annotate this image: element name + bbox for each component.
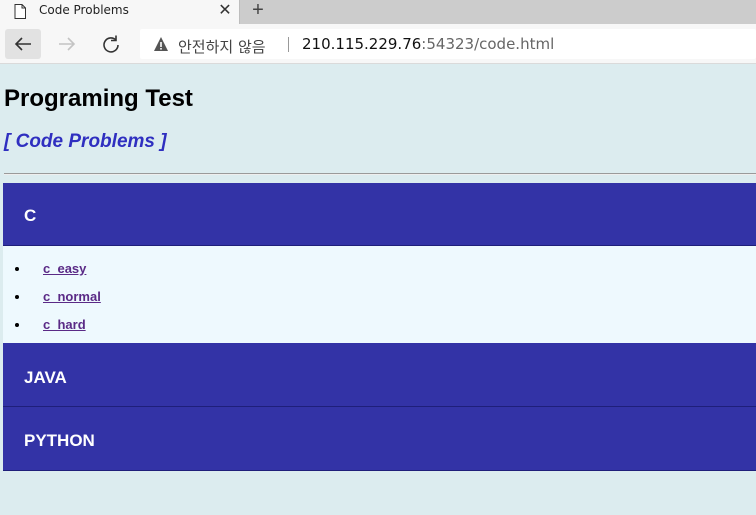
address-divider [288,37,289,52]
arrow-right-icon [59,37,76,51]
arrow-left-icon [14,37,31,51]
security-status[interactable]: 안전하지 않음 [178,36,266,57]
page-content: Programing Test [ Code Problems ] C c_ea… [0,65,756,515]
problem-list: c_easy c_normal c_hard [15,261,101,345]
link-c-hard[interactable]: c_hard [43,317,86,332]
section-label-c: C [24,206,37,225]
tab-strip: Code Problems ✕ + [0,0,756,24]
page-icon [14,4,26,19]
navigation-bar: 안전하지 않음 210.115.229.76:54323/code.html [0,24,756,64]
list-item: c_hard [15,317,101,345]
accordion-header-java[interactable]: JAVA [3,343,756,407]
divider [4,173,756,175]
reload-icon [103,35,119,53]
back-button[interactable] [5,29,41,59]
accordion-header-c[interactable]: C [3,183,756,246]
browser-tab[interactable]: Code Problems ✕ [0,0,240,24]
url-text[interactable]: 210.115.229.76:54323/code.html [302,35,554,53]
tab-title: Code Problems [39,3,129,17]
link-c-easy[interactable]: c_easy [43,261,86,276]
new-tab-icon[interactable]: + [248,0,268,22]
reload-button[interactable] [93,29,129,59]
forward-button[interactable] [49,29,85,59]
warning-icon [154,37,168,51]
link-c-normal[interactable]: c_normal [43,289,101,304]
section-label-java: JAVA [24,368,67,387]
url-host: 210.115.229.76 [302,35,422,53]
accordion-header-python[interactable]: PYTHON [3,407,756,471]
list-item: c_normal [15,289,101,317]
close-tab-icon[interactable]: ✕ [218,2,232,20]
address-bar[interactable]: 안전하지 않음 210.115.229.76:54323/code.html [140,29,756,59]
accordion-panel-c: c_easy c_normal c_hard [3,246,756,343]
page-title: Programing Test [4,85,193,112]
page-subtitle: [ Code Problems ] [4,131,167,152]
section-label-python: PYTHON [24,431,95,450]
list-item: c_easy [15,261,101,289]
url-path: :54323/code.html [421,35,555,53]
